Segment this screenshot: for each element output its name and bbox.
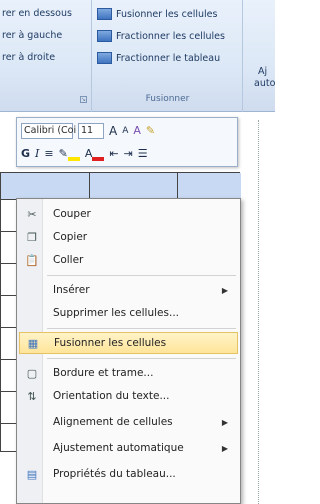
menu-item-insert[interactable]: Insérer ▶ [19, 279, 238, 301]
menu-item-label: Couper [53, 208, 91, 220]
paste-icon: 📋 [25, 253, 39, 267]
insert-left-label: rer à gauche [2, 30, 63, 41]
grow-font-button[interactable]: A [109, 124, 117, 138]
font-color-icon[interactable]: A [85, 147, 105, 161]
menu-item-borders[interactable]: ▢ Bordure et trame... [19, 362, 238, 384]
insert-right-button[interactable]: rer à droite [2, 52, 55, 63]
menu-item-table-properties[interactable]: ▤ Propriétés du tableau... [19, 463, 238, 485]
menu-item-label: Coller [53, 254, 84, 266]
insert-right-label: rer à droite [2, 52, 56, 63]
font-name-box[interactable]: Calibri (Coi [21, 123, 76, 139]
insert-below-button[interactable]: rer en dessous [2, 8, 72, 19]
menu-item-label: Bordure et trame... [53, 367, 154, 379]
menu-item-label: Orientation du texte... [53, 390, 170, 402]
split-cells-label: Fractionner les cellules [116, 30, 225, 42]
bullets-icon[interactable]: ☰ [138, 147, 148, 161]
shrink-font-button[interactable]: A [122, 124, 128, 138]
ribbon-group-insert: rer en dessous rer à gauche rer à droite… [0, 0, 92, 112]
menu-item-copy[interactable]: ❐ Copier [19, 226, 238, 248]
text-direction-icon: ⇅ [27, 389, 37, 403]
merge-cells-icon [97, 8, 112, 20]
font-size-box[interactable]: 11 [78, 123, 104, 139]
merge-cells-icon: ▦ [27, 336, 39, 350]
insert-left-button[interactable]: rer à gauche [2, 30, 62, 41]
menu-item-autofit[interactable]: Ajustement automatique ▶ [19, 437, 238, 459]
menu-item-merge-cells[interactable]: ▦ Fusionner les cellules [19, 332, 238, 354]
menu-separator [47, 275, 236, 276]
borders-icon: ▢ [26, 366, 38, 380]
menu-item-label: Ajustement automatique [53, 442, 184, 454]
context-menu: ✂ Couper ❐ Copier 📋 Coller Insérer ▶ Sup… [16, 198, 241, 504]
menu-item-label: Propriétés du tableau... [53, 468, 176, 480]
submenu-arrow-icon: ▶ [221, 417, 228, 427]
menu-item-label: Supprimer les cellules... [53, 307, 179, 319]
submenu-arrow-icon: ▶ [221, 285, 228, 295]
mini-toolbar: Calibri (Coi 11 A A A ✎ G I ≡ ✎ A ⇤ ⇥ ☰ [16, 117, 238, 167]
ribbon-group-merge: Fusionner les cellules Fractionner les c… [93, 0, 243, 112]
selected-cells [1, 173, 241, 199]
split-table-button[interactable]: Fractionner le tableau [97, 52, 220, 64]
split-cells-icon [97, 30, 112, 42]
menu-separator [47, 328, 236, 329]
menu-item-delete-cells[interactable]: Supprimer les cellules... [19, 302, 238, 324]
autofit-label-1: Aj [258, 66, 268, 77]
format-painter-icon[interactable]: ✎ [146, 124, 155, 138]
menu-item-cell-alignment[interactable]: Alignement de cellules ▶ [19, 411, 238, 433]
merge-cells-label: Fusionner les cellules [116, 8, 218, 20]
ribbon: rer en dessous rer à gauche rer à droite… [0, 0, 275, 112]
italic-button[interactable]: I [35, 147, 39, 161]
submenu-arrow-icon: ▶ [221, 443, 228, 453]
styles-button[interactable]: A [133, 124, 141, 138]
split-cells-button[interactable]: Fractionner les cellules [97, 30, 225, 42]
ribbon-group-autofit[interactable]: Aj auto [244, 0, 275, 112]
copy-icon: ❐ [27, 230, 37, 244]
group-label-fusionner: Fusionner [145, 94, 190, 104]
menu-item-cut[interactable]: ✂ Couper [19, 203, 238, 225]
highlight-icon[interactable]: ✎ [59, 147, 80, 161]
decrease-indent-icon[interactable]: ⇤ [109, 147, 118, 161]
autofit-label-2: auto [254, 78, 276, 89]
dialog-launcher-icon[interactable]: ↘ [80, 96, 87, 103]
menu-item-paste[interactable]: 📋 Coller [19, 249, 238, 271]
menu-item-label: Insérer [53, 284, 90, 296]
increase-indent-icon[interactable]: ⇥ [124, 147, 133, 161]
menu-separator [47, 358, 236, 359]
split-table-label: Fractionner le tableau [116, 52, 221, 64]
menu-item-label: Alignement de cellules [53, 416, 173, 428]
split-table-icon [97, 52, 112, 64]
menu-item-label: Fusionner les cellules [54, 337, 167, 349]
bold-button[interactable]: G [21, 147, 30, 161]
menu-item-label: Copier [53, 231, 88, 243]
right-margin [258, 120, 275, 504]
table-properties-icon: ▤ [26, 467, 38, 481]
merge-cells-button[interactable]: Fusionner les cellules [97, 8, 217, 20]
insert-below-label: rer en dessous [2, 8, 72, 19]
menu-item-text-direction[interactable]: ⇅ Orientation du texte... [19, 385, 238, 407]
center-align-icon[interactable]: ≡ [44, 147, 53, 161]
scissors-icon: ✂ [27, 207, 37, 221]
